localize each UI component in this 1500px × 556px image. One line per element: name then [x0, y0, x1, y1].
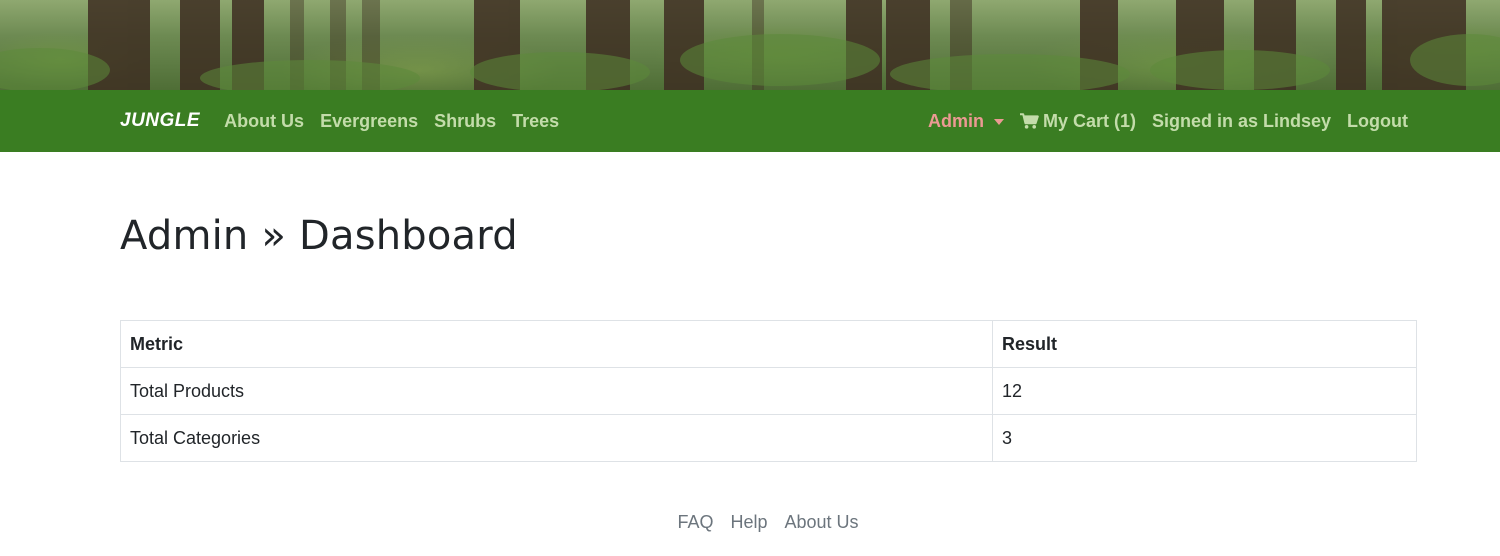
column-header-metric: Metric [120, 320, 993, 368]
logout-link[interactable]: Logout [1347, 111, 1408, 132]
table-header-row: Metric Result [120, 320, 1417, 368]
metrics-table: Metric Result Total Products 12 Total Ca… [120, 320, 1417, 462]
nav-link-trees[interactable]: Trees [512, 111, 559, 132]
main-content: Admin » Dashboard Metric Result Total Pr… [120, 152, 1417, 462]
my-cart-link[interactable]: My Cart (1) [1019, 110, 1136, 132]
admin-dropdown-label: Admin [927, 110, 984, 131]
nav-link-evergreens[interactable]: Evergreens [320, 111, 418, 132]
table-row: Total Categories 3 [120, 414, 1417, 462]
metric-cell: Total Categories [120, 414, 993, 462]
nav-link-shrubs[interactable]: Shrubs [434, 111, 496, 132]
page-title: Admin » Dashboard [120, 213, 518, 259]
top-navbar: JUNGLE About Us Evergreens Shrubs Trees … [0, 90, 1500, 152]
my-cart-label: My Cart (1) [1042, 110, 1136, 131]
footer-link-faq[interactable]: FAQ [677, 512, 713, 532]
shopping-cart-icon [1019, 113, 1039, 129]
signed-in-user-link[interactable]: Signed in as Lindsey [1152, 111, 1331, 132]
forest-trunks [0, 0, 1500, 90]
table-row: Total Products 12 [120, 367, 1417, 415]
column-header-result: Result [992, 320, 1417, 368]
footer-link-help[interactable]: Help [730, 512, 767, 532]
admin-dropdown-toggle[interactable]: Admin [928, 111, 1004, 132]
metric-cell: Total Products [120, 367, 993, 415]
result-cell: 12 [992, 367, 1417, 415]
footer-link-about-us[interactable]: About Us [785, 512, 859, 532]
brand-logo-link[interactable]: JUNGLE [120, 110, 200, 132]
caret-down-icon [993, 119, 1004, 125]
result-cell: 3 [992, 414, 1417, 462]
page-footer: FAQ Help About Us [0, 512, 1500, 533]
navbar-left-group: JUNGLE About Us Evergreens Shrubs Trees [120, 110, 575, 132]
forest-banner-image [0, 0, 1500, 90]
nav-link-about-us[interactable]: About Us [224, 111, 304, 132]
navbar-right-group: Admin My Cart (1) Signed in as Lindsey L… [928, 111, 1408, 132]
